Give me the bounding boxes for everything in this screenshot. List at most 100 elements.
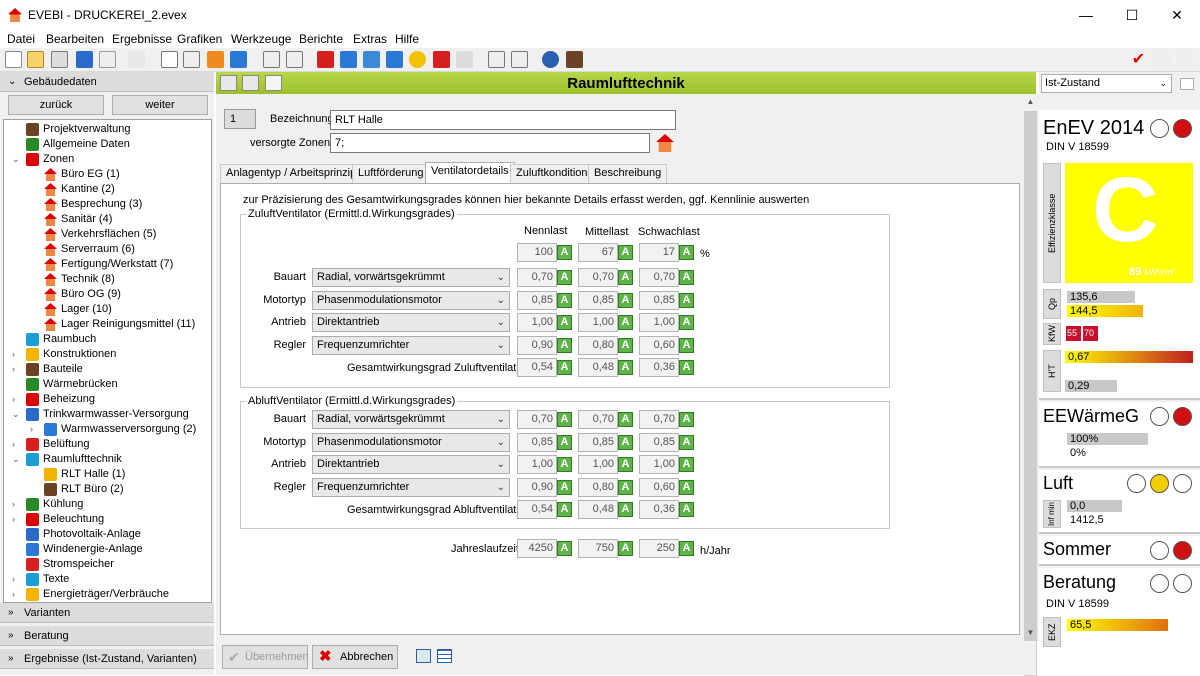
panel-toggle-icon[interactable] xyxy=(1180,78,1194,90)
scroll-thumb[interactable] xyxy=(1024,111,1037,676)
auto-a-button[interactable]: A xyxy=(618,502,633,517)
abluft-select[interactable]: Radial, vorwärtsgekrümmt ⌄ xyxy=(312,410,510,429)
zuluft-value[interactable]: 1,00 xyxy=(639,313,679,332)
zonen-input[interactable]: 7; xyxy=(330,133,650,153)
auto-a-button[interactable]: A xyxy=(557,337,572,353)
auto-a-button[interactable]: A xyxy=(557,541,572,556)
state-select[interactable]: Ist-Zustand ⌄ xyxy=(1041,74,1172,93)
collapse-icon[interactable]: ⌄ xyxy=(12,452,22,467)
zuluft-value[interactable]: 1,00 xyxy=(578,313,618,332)
abluft-value[interactable]: 0,90 xyxy=(517,477,557,497)
abluft-select[interactable]: Frequenzumrichter ⌄ xyxy=(312,477,510,497)
auto-a-button[interactable]: A xyxy=(618,337,633,353)
menu-berichte[interactable]: Berichte xyxy=(299,32,343,46)
pct-value[interactable]: 67 xyxy=(578,243,618,262)
zuluft-value[interactable]: 0,60 xyxy=(639,335,679,355)
minimize-button[interactable]: — xyxy=(1063,0,1109,30)
abluft-value[interactable]: 0,70 xyxy=(578,410,618,429)
tree-icon[interactable] xyxy=(183,51,200,68)
zoom-icon[interactable] xyxy=(363,51,380,68)
auto-a-button[interactable]: A xyxy=(618,292,633,308)
table-view-icon[interactable] xyxy=(437,649,452,663)
auto-a-button[interactable]: A xyxy=(557,502,572,517)
auto-a-button[interactable]: A xyxy=(618,245,633,260)
auto-a-button[interactable]: A xyxy=(618,434,633,450)
transfer-icon[interactable] xyxy=(1154,51,1171,68)
abluft-value[interactable]: 0,70 xyxy=(639,410,679,429)
new-file-icon[interactable] xyxy=(5,51,22,68)
jahres-value[interactable]: 750 xyxy=(578,539,618,558)
auto-a-button[interactable]: A xyxy=(618,457,633,472)
zuluft-total-value[interactable]: 0,54 xyxy=(517,358,557,377)
expand-icon[interactable]: › xyxy=(12,347,22,362)
house-gray-icon[interactable] xyxy=(456,51,473,68)
auto-a-button[interactable]: A xyxy=(679,412,694,427)
auto-a-button[interactable]: A xyxy=(618,315,633,330)
tab-anlagentyp[interactable]: Anlagentyp / Arbeitsprinzip xyxy=(220,164,363,183)
scroll-up-icon[interactable]: ▲ xyxy=(1022,94,1039,110)
auto-a-button[interactable]: A xyxy=(557,412,572,427)
sun-icon[interactable] xyxy=(409,51,426,68)
expand-icon[interactable]: › xyxy=(12,362,22,377)
abluft-select[interactable]: Direktantrieb ⌄ xyxy=(312,455,510,474)
zuluft-value[interactable]: 0,80 xyxy=(578,335,618,355)
tab-zuluftkondition[interactable]: Zuluftkondition xyxy=(510,164,594,183)
auto-a-button[interactable]: A xyxy=(679,502,694,517)
auto-a-button[interactable]: A xyxy=(679,360,694,375)
abluft-value[interactable]: 0,85 xyxy=(517,432,557,452)
expand-icon[interactable]: › xyxy=(30,422,40,437)
expand-icon[interactable]: › xyxy=(12,587,22,602)
expand-icon[interactable]: › xyxy=(12,437,22,452)
menu-hilfe[interactable]: Hilfe xyxy=(395,32,419,46)
copy-icon[interactable] xyxy=(51,51,68,68)
expand-icon[interactable]: › xyxy=(12,572,22,587)
menu-werkzeuge[interactable]: Werkzeuge xyxy=(231,32,291,46)
form-view-icon[interactable] xyxy=(416,649,431,663)
auto-a-button[interactable]: A xyxy=(557,245,572,260)
abluft-total-value[interactable]: 0,54 xyxy=(517,500,557,519)
fan-icon[interactable] xyxy=(386,51,403,68)
vertical-scrollbar[interactable]: ▲ ▼ xyxy=(1022,94,1039,676)
abluft-value[interactable]: 1,00 xyxy=(639,455,679,474)
auto-a-button[interactable]: A xyxy=(618,479,633,495)
abluft-value[interactable]: 0,85 xyxy=(578,432,618,452)
abluft-total-value[interactable]: 0,48 xyxy=(578,500,618,519)
menu-ergebnisse[interactable]: Ergebnisse xyxy=(112,32,172,46)
back-button[interactable]: zurück xyxy=(8,95,104,115)
abluft-value[interactable]: 1,00 xyxy=(578,455,618,474)
window-red-icon[interactable] xyxy=(317,51,334,68)
menu-grafiken[interactable]: Grafiken xyxy=(177,32,222,46)
help-icon[interactable] xyxy=(542,51,559,68)
auto-a-button[interactable]: A xyxy=(618,360,633,375)
auto-a-button[interactable]: A xyxy=(679,541,694,556)
cancel-button[interactable]: ✖ Abbrechen xyxy=(312,645,398,669)
auto-a-button[interactable]: A xyxy=(679,270,694,285)
zuluft-value[interactable]: 0,85 xyxy=(639,290,679,310)
tab-ventilatordetails[interactable]: Ventilatordetails xyxy=(425,162,515,184)
pct-value[interactable]: 17 xyxy=(639,243,679,262)
tab-luftfoerderung[interactable]: Luftförderung xyxy=(352,164,430,183)
abluft-select[interactable]: Phasenmodulationsmotor ⌄ xyxy=(312,432,510,452)
zuluft-value[interactable]: 1,00 xyxy=(517,313,557,332)
zuluft-select[interactable]: Radial, vorwärtsgekrümmt ⌄ xyxy=(312,268,510,287)
dena-icon[interactable] xyxy=(99,51,116,68)
auto-a-button[interactable]: A xyxy=(679,337,694,353)
abluft-value[interactable]: 1,00 xyxy=(517,455,557,474)
section-gebaeudedaten[interactable]: ⌄ Gebäudedaten xyxy=(0,72,214,92)
structure-icon[interactable] xyxy=(263,51,280,68)
graph-icon[interactable] xyxy=(1177,51,1194,68)
auto-a-button[interactable]: A xyxy=(557,434,572,450)
auto-a-button[interactable]: A xyxy=(679,434,694,450)
zuluft-select[interactable]: Phasenmodulationsmotor ⌄ xyxy=(312,290,510,310)
collapse-icon[interactable]: ⌄ xyxy=(12,152,22,167)
tree-item[interactable]: RLT Halle (1) xyxy=(44,467,125,482)
document-icon[interactable] xyxy=(161,51,178,68)
zuluft-select[interactable]: Frequenzumrichter ⌄ xyxy=(312,335,510,355)
forward-blue-icon[interactable] xyxy=(230,51,247,68)
apply-button[interactable]: ✔ Übernehmen xyxy=(222,645,309,669)
auto-a-button[interactable]: A xyxy=(679,479,694,495)
zuluft-value[interactable]: 0,90 xyxy=(517,335,557,355)
auto-a-button[interactable]: A xyxy=(557,292,572,308)
zuluft-value[interactable]: 0,85 xyxy=(578,290,618,310)
abluft-value[interactable]: 0,70 xyxy=(517,410,557,429)
